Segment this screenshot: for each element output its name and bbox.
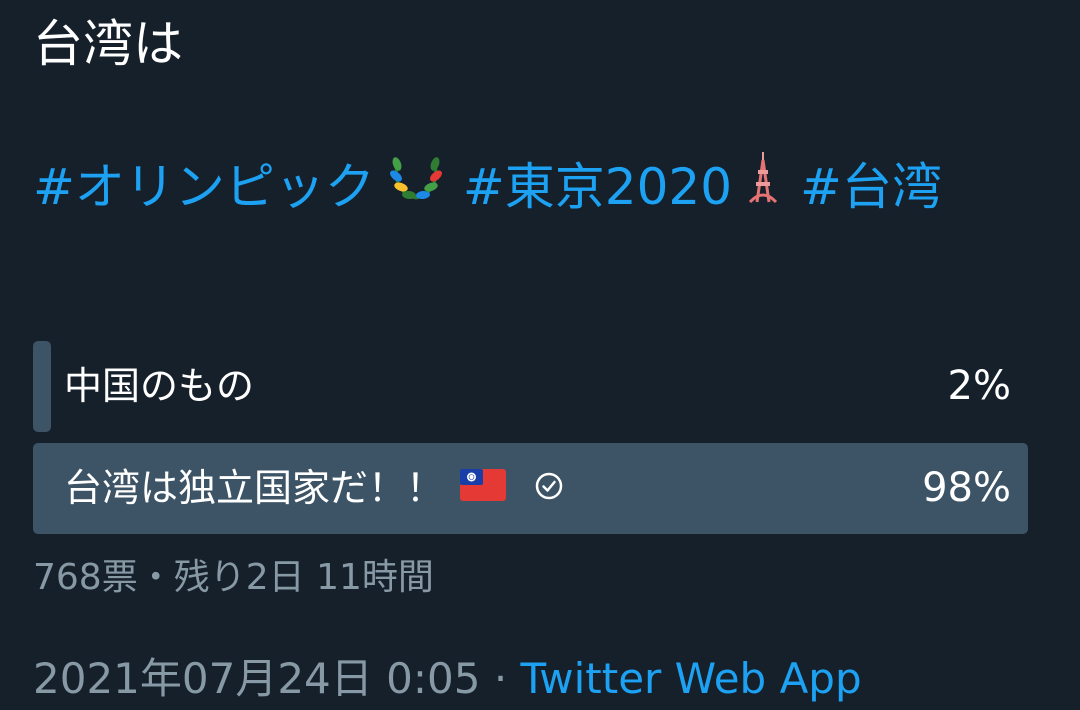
poll-option-percent: 98% (922, 465, 1011, 511)
poll-vote-count: 768票 (33, 557, 138, 598)
tweet-timestamp-row: 2021年07月24日 0:05 · Twitter Web App (33, 650, 862, 708)
poll-bar (33, 341, 51, 432)
poll-option-china[interactable]: 中国のもの 2% (33, 341, 1028, 432)
taiwan-flag-icon (460, 443, 507, 534)
hashtag-olympics[interactable]: #オリンピック (33, 158, 375, 216)
hashtag-taiwan[interactable]: #台湾 (800, 158, 942, 216)
tweet-text: 台湾は (33, 15, 183, 73)
poll-meta-separator: ・ (137, 557, 174, 598)
poll-meta: 768票・残り2日 11時間 (33, 553, 434, 603)
tweet-source-link[interactable]: Twitter Web App (521, 654, 862, 703)
tweet-timestamp[interactable]: 2021年07月24日 0:05 (33, 654, 480, 703)
poll-option-text: 中国のもの (64, 364, 255, 408)
poll-option-label: 中国のもの (64, 341, 254, 432)
tokyo-tower-icon (746, 151, 780, 223)
poll-option-label: 台湾は独立国家だ！！ (64, 443, 564, 534)
hashtag-row: #オリンピック #東京2020 #台湾 (33, 151, 1033, 227)
meta-separator: · (493, 654, 508, 703)
poll-option-text: 台湾は独立国家だ！！ (64, 466, 445, 510)
poll-option-taiwan[interactable]: 台湾は独立国家だ！！ 98% (33, 443, 1028, 534)
poll-option-percent: 2% (947, 363, 1011, 409)
hashtag-tokyo2020[interactable]: #東京2020 (463, 158, 732, 216)
poll: 中国のもの 2% 台湾は独立国家だ！！ 98% (33, 341, 1028, 545)
laurel-wreath-icon (389, 150, 443, 223)
check-circle-icon (534, 443, 564, 534)
poll-time-remaining: 残り2日 11時間 (173, 557, 434, 598)
